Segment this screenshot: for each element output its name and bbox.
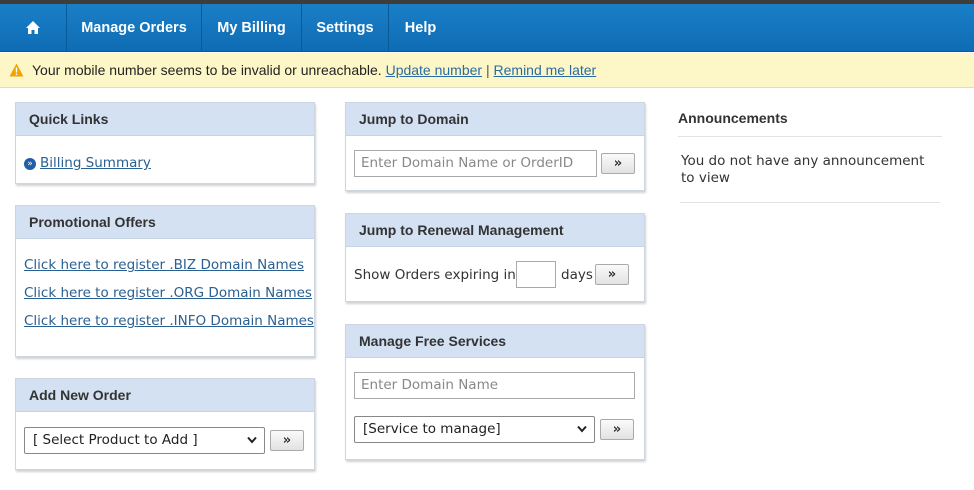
jump-to-renewal-title: Jump to Renewal Management bbox=[346, 214, 644, 247]
manage-free-services-panel: Manage Free Services Enter Domain Name [… bbox=[345, 324, 645, 460]
domain-search-input[interactable]: Enter Domain Name or OrderID bbox=[354, 150, 597, 177]
service-select[interactable]: [Service to manage] bbox=[354, 416, 595, 443]
announcements-title: Announcements bbox=[678, 110, 788, 126]
add-new-order-panel: Add New Order [ Select Product to Add ] … bbox=[15, 378, 315, 470]
home-icon bbox=[26, 21, 40, 34]
chevron-down-icon bbox=[577, 425, 587, 433]
nav-help[interactable]: Help bbox=[389, 4, 452, 52]
quick-links-list: » Billing Summary bbox=[24, 155, 151, 171]
jump-to-domain-title: Jump to Domain bbox=[346, 103, 644, 136]
alert-message: Your mobile number seems to be invalid o… bbox=[32, 62, 382, 78]
jump-to-domain-panel: Jump to Domain Enter Domain Name or Orde… bbox=[345, 102, 645, 191]
jump-domain-go-button[interactable]: » bbox=[601, 153, 635, 174]
add-order-go-button[interactable]: » bbox=[270, 430, 304, 451]
nav-my-billing[interactable]: My Billing bbox=[202, 4, 302, 52]
promotional-offers-title: Promotional Offers bbox=[16, 206, 314, 239]
renewal-go-button[interactable]: » bbox=[595, 264, 629, 285]
add-new-order-title: Add New Order bbox=[16, 379, 314, 412]
announcements-divider-top bbox=[678, 136, 942, 137]
free-service-go-button[interactable]: » bbox=[600, 419, 634, 440]
quick-links-title: Quick Links bbox=[16, 103, 314, 136]
update-number-link[interactable]: Update number bbox=[386, 62, 483, 78]
register-org-link[interactable]: Click here to register .ORG Domain Names bbox=[24, 285, 312, 301]
product-select[interactable]: [ Select Product to Add ] bbox=[24, 427, 265, 454]
main-nav: Manage Orders My Billing Settings Help bbox=[0, 4, 974, 52]
days-input[interactable] bbox=[516, 261, 556, 288]
alert-message-line: Your mobile number seems to be invalid o… bbox=[32, 53, 596, 88]
register-biz-link[interactable]: Click here to register .BIZ Domain Names bbox=[24, 257, 304, 273]
announcements-divider-bottom bbox=[680, 202, 940, 203]
warning-icon bbox=[9, 63, 24, 77]
double-chevron-right-icon: » bbox=[24, 157, 36, 170]
chevron-down-icon bbox=[247, 436, 257, 444]
jump-to-renewal-panel: Jump to Renewal Management Show Orders e… bbox=[345, 213, 645, 302]
quick-links-panel: Quick Links » Billing Summary bbox=[15, 102, 315, 184]
free-service-domain-input[interactable]: Enter Domain Name bbox=[354, 372, 635, 399]
manage-free-services-title: Manage Free Services bbox=[346, 325, 644, 358]
nav-settings[interactable]: Settings bbox=[302, 4, 389, 52]
alert-separator: | bbox=[485, 62, 490, 78]
service-select-value: [Service to manage] bbox=[363, 421, 501, 437]
nav-manage-orders[interactable]: Manage Orders bbox=[67, 4, 202, 52]
announcements-text: You do not have any announcement to view bbox=[681, 153, 925, 186]
renewal-prefix-label: Show Orders expiring in bbox=[354, 267, 516, 283]
register-info-link[interactable]: Click here to register .INFO Domain Name… bbox=[24, 313, 314, 329]
nav-home[interactable] bbox=[0, 4, 67, 52]
billing-summary-link[interactable]: Billing Summary bbox=[40, 155, 151, 171]
days-label: days bbox=[561, 267, 593, 283]
alert-bar: Your mobile number seems to be invalid o… bbox=[0, 53, 974, 88]
remind-me-later-link[interactable]: Remind me later bbox=[494, 62, 597, 78]
promotional-offers-panel: Promotional Offers Click here to registe… bbox=[15, 205, 315, 357]
product-select-value: [ Select Product to Add ] bbox=[33, 432, 198, 448]
